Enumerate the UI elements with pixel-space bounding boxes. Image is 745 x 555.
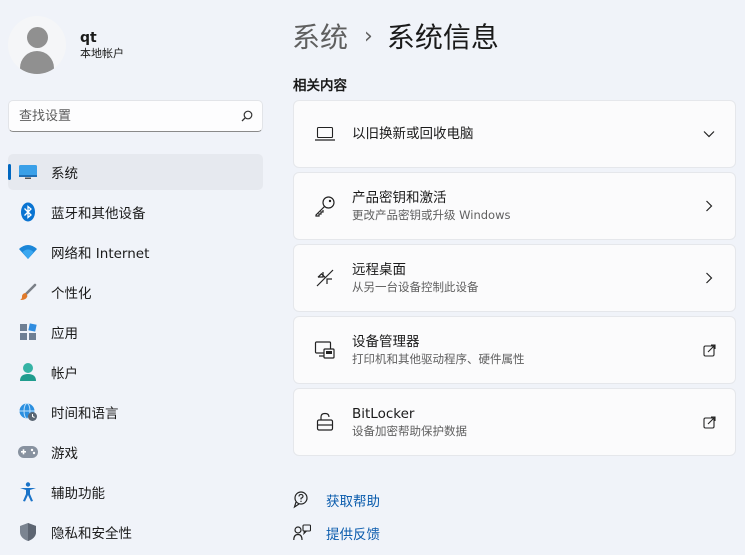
card-title: 远程桌面	[352, 262, 406, 278]
get-help-label[interactable]: 获取帮助	[326, 490, 380, 510]
help-chat-icon	[292, 490, 312, 510]
sidebar: qt 本地帐户 系统 蓝牙和其他设备 网络和 Internet	[0, 0, 275, 555]
shield-icon	[17, 521, 39, 543]
gamepad-icon	[17, 441, 39, 463]
sidebar-nav: 系统 蓝牙和其他设备 网络和 Internet 个性化 应用 帐户 时间和语言 …	[8, 154, 263, 554]
sidebar-item-label: 个性化	[51, 286, 92, 302]
sidebar-item-accessibility[interactable]: 辅助功能	[8, 474, 263, 510]
card-subtitle: 打印机和其他驱动程序、硬件属性	[352, 352, 525, 366]
give-feedback-label[interactable]: 提供反馈	[326, 523, 380, 543]
card-title: BitLocker	[352, 406, 415, 422]
search-icon[interactable]	[232, 101, 262, 131]
card-device-manager[interactable]: 设备管理器 打印机和其他驱动程序、硬件属性	[293, 316, 736, 384]
remote-desktop-icon	[310, 263, 340, 293]
sidebar-item-label: 辅助功能	[51, 486, 105, 502]
sidebar-item-label: 时间和语言	[51, 406, 119, 422]
apps-icon	[17, 321, 39, 343]
external-link-icon[interactable]	[697, 338, 721, 362]
section-title: 相关内容	[293, 78, 347, 94]
lock-icon	[310, 407, 340, 437]
monitor-icon	[17, 161, 39, 183]
sidebar-item-privacy-security[interactable]: 隐私和安全性	[8, 514, 263, 550]
bluetooth-icon	[17, 201, 39, 223]
breadcrumb-separator: ›	[364, 23, 373, 49]
accessibility-icon	[17, 481, 39, 503]
sidebar-item-label: 游戏	[51, 446, 78, 462]
breadcrumb-parent[interactable]: 系统	[292, 16, 348, 56]
chevron-right-icon[interactable]	[697, 266, 721, 290]
search-input[interactable]	[19, 108, 232, 124]
get-help-link[interactable]: 获取帮助	[292, 490, 380, 510]
feedback-icon	[292, 523, 312, 543]
sidebar-item-bluetooth[interactable]: 蓝牙和其他设备	[8, 194, 263, 230]
card-bitlocker[interactable]: BitLocker 设备加密帮助保护数据	[293, 388, 736, 456]
sidebar-item-system[interactable]: 系统	[8, 154, 263, 190]
card-title: 设备管理器	[352, 334, 420, 350]
avatar[interactable]	[8, 16, 66, 74]
card-subtitle: 设备加密帮助保护数据	[352, 424, 467, 438]
card-subtitle: 更改产品密钥或升级 Windows	[352, 208, 511, 222]
search-box[interactable]	[8, 100, 263, 132]
globe-clock-icon	[17, 401, 39, 423]
card-title: 以旧换新或回收电脑	[352, 126, 474, 142]
person-icon	[17, 361, 39, 383]
sidebar-item-label: 系统	[51, 166, 78, 182]
sidebar-item-label: 应用	[51, 326, 78, 342]
external-link-icon[interactable]	[697, 410, 721, 434]
page-title: 系统信息	[386, 21, 499, 54]
sidebar-item-label: 网络和 Internet	[51, 246, 150, 262]
chevron-down-icon[interactable]	[697, 122, 721, 146]
sidebar-item-label: 蓝牙和其他设备	[51, 206, 146, 222]
sidebar-item-time-language[interactable]: 时间和语言	[8, 394, 263, 430]
wifi-icon	[17, 241, 39, 263]
sidebar-item-label: 帐户	[51, 366, 78, 382]
card-title: 产品密钥和激活	[352, 190, 447, 206]
laptop-icon	[310, 119, 340, 149]
sidebar-item-accounts[interactable]: 帐户	[8, 354, 263, 390]
profile-account-type: 本地帐户	[80, 47, 124, 60]
user-profile[interactable]: qt 本地帐户	[8, 16, 124, 74]
card-remote-desktop[interactable]: 远程桌面 从另一台设备控制此设备	[293, 244, 736, 312]
breadcrumb: 系统 › 系统信息	[292, 14, 499, 58]
sidebar-item-personalization[interactable]: 个性化	[8, 274, 263, 310]
device-manager-icon	[310, 335, 340, 365]
chevron-right-icon[interactable]	[697, 194, 721, 218]
card-subtitle: 从另一台设备控制此设备	[352, 280, 479, 294]
give-feedback-link[interactable]: 提供反馈	[292, 523, 380, 543]
sidebar-item-label: 隐私和安全性	[51, 526, 132, 542]
sidebar-item-apps[interactable]: 应用	[8, 314, 263, 350]
brush-icon	[17, 281, 39, 303]
sidebar-item-gaming[interactable]: 游戏	[8, 434, 263, 470]
card-trade-in-recycle[interactable]: 以旧换新或回收电脑	[293, 100, 736, 168]
card-product-key-activation[interactable]: 产品密钥和激活 更改产品密钥或升级 Windows	[293, 172, 736, 240]
key-icon	[310, 191, 340, 221]
profile-name: qt	[80, 30, 97, 46]
sidebar-item-network[interactable]: 网络和 Internet	[8, 234, 263, 270]
